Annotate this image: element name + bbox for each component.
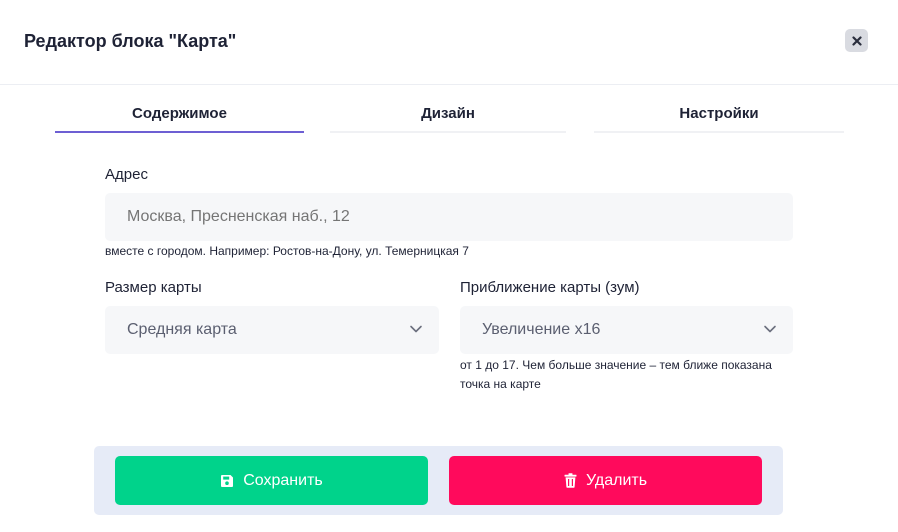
dialog-header: Редактор блока "Карта" <box>0 0 898 85</box>
delete-button-label: Удалить <box>585 471 648 489</box>
address-input[interactable] <box>127 208 793 226</box>
delete-button[interactable]: Удалить <box>449 456 762 505</box>
chevron-down-icon <box>410 325 422 333</box>
address-hint: вместе с городом. Например: Ростов-на-До… <box>105 244 469 258</box>
tab-bar: Содержимое Дизайн Настройки <box>0 85 898 135</box>
trash-icon <box>564 473 577 488</box>
map-zoom-label: Приближение карты (зум) <box>460 279 640 296</box>
map-size-select[interactable]: Средняя карта <box>105 306 439 354</box>
tab-settings[interactable]: Настройки <box>594 105 844 133</box>
chevron-down-icon <box>764 325 776 333</box>
dialog-title: Редактор блока "Карта" <box>24 31 237 51</box>
dialog-footer: Сохранить Удалить <box>94 446 783 515</box>
tab-design[interactable]: Дизайн <box>330 105 566 133</box>
tab-settings-underline <box>594 131 844 133</box>
close-icon <box>851 35 862 46</box>
tab-design-label: Дизайн <box>421 105 475 122</box>
tab-content[interactable]: Содержимое <box>55 105 304 133</box>
map-zoom-select[interactable]: Увеличение x16 <box>460 306 793 354</box>
map-zoom-hint-line-2: точка на карте <box>460 377 541 391</box>
address-field[interactable] <box>105 193 793 241</box>
map-zoom-value: Увеличение x16 <box>482 321 601 338</box>
map-block-editor-dialog: Редактор блока "Карта" Содержимое Дизайн… <box>0 0 898 532</box>
address-label: Адрес <box>105 166 148 183</box>
map-zoom-hint-line-1: от 1 до 17. Чем больше значение – тем бл… <box>460 358 772 372</box>
map-size-label: Размер карты <box>105 279 202 296</box>
tab-content-label: Содержимое <box>132 105 227 122</box>
tab-settings-label: Настройки <box>679 105 759 122</box>
tab-content-underline <box>55 131 304 133</box>
save-button[interactable]: Сохранить <box>115 456 428 505</box>
save-button-label: Сохранить <box>243 471 323 489</box>
tab-design-underline <box>330 131 566 133</box>
map-size-value: Средняя карта <box>127 321 237 338</box>
close-button[interactable] <box>845 29 868 52</box>
floppy-disk-icon <box>221 474 234 487</box>
